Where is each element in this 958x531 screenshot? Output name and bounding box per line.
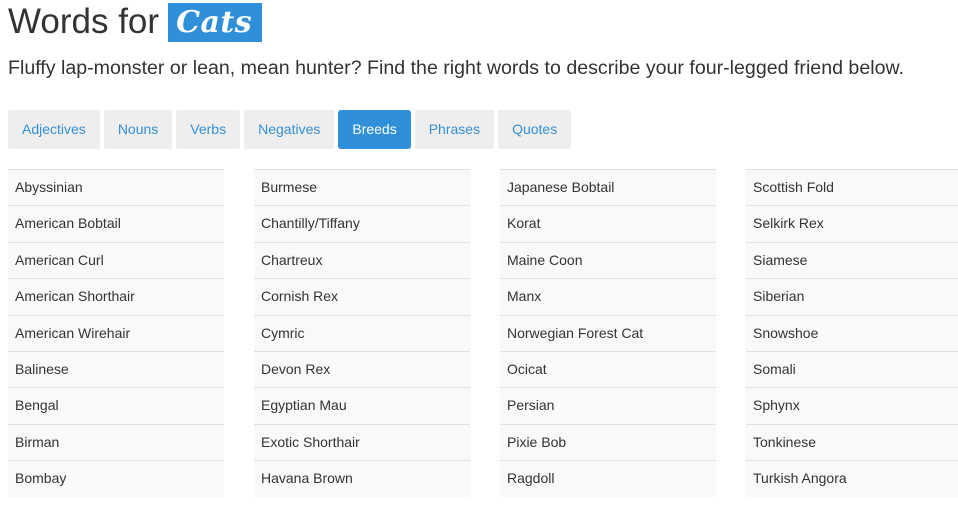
list-item: Abyssinian (8, 169, 224, 206)
list-item: Havana Brown (254, 460, 470, 497)
list-item: Ocicat (500, 350, 716, 388)
breed-column: Abyssinian American Bobtail American Cur… (8, 169, 224, 497)
list-item: Sphynx (746, 387, 958, 424)
breed-list: Abyssinian American Bobtail American Cur… (8, 169, 958, 497)
list-item: Bengal (8, 387, 224, 424)
tab-nouns[interactable]: Nouns (103, 110, 173, 149)
list-item: Chantilly/Tiffany (254, 205, 470, 242)
list-item: Tonkinese (746, 423, 958, 461)
list-item: American Bobtail (8, 205, 224, 242)
list-item: Devon Rex (254, 350, 470, 388)
list-item: Cornish Rex (254, 278, 470, 315)
list-item: Turkish Angora (746, 460, 958, 497)
list-item: Maine Coon (500, 241, 716, 279)
list-item: Somali (746, 350, 958, 388)
list-item: Manx (500, 278, 716, 315)
list-item: Chartreux (254, 241, 470, 279)
list-item: Japanese Bobtail (500, 169, 716, 206)
page-subtitle: Fluffy lap-monster or lean, mean hunter?… (8, 57, 904, 79)
list-item: Korat (500, 205, 716, 242)
list-item: Cymric (254, 314, 470, 351)
tab-negatives[interactable]: Negatives (244, 110, 335, 149)
list-item: Siamese (746, 241, 958, 279)
breed-column: Scottish Fold Selkirk Rex Siamese Siberi… (746, 169, 958, 497)
tab-verbs[interactable]: Verbs (176, 110, 241, 149)
list-item: Siberian (746, 278, 958, 315)
tab-quotes[interactable]: Quotes (498, 110, 572, 149)
category-tabs: Adjectives Nouns Verbs Negatives Breeds … (8, 110, 572, 149)
list-item: Norwegian Forest Cat (500, 314, 716, 351)
page-title-prefix: Words for (8, 2, 160, 41)
page-title-badge: Cats (168, 3, 263, 42)
list-item: Birman (8, 423, 224, 461)
list-item: Snowshoe (746, 314, 958, 351)
list-item: Egyptian Mau (254, 387, 470, 424)
list-item: Scottish Fold (746, 169, 958, 206)
list-item: American Curl (8, 241, 224, 279)
list-item: American Wirehair (8, 314, 224, 351)
breed-column: Burmese Chantilly/Tiffany Chartreux Corn… (254, 169, 470, 497)
breed-column: Japanese Bobtail Korat Maine Coon Manx N… (500, 169, 716, 497)
list-item: Ragdoll (500, 460, 716, 497)
list-item: Burmese (254, 169, 470, 206)
page-title: Words for Cats (8, 2, 263, 42)
tab-phrases[interactable]: Phrases (414, 110, 495, 149)
list-item: Selkirk Rex (746, 205, 958, 242)
list-item: Exotic Shorthair (254, 423, 470, 461)
list-item: Bombay (8, 460, 224, 497)
list-item: Persian (500, 387, 716, 424)
tab-adjectives[interactable]: Adjectives (8, 110, 100, 149)
list-item: American Shorthair (8, 278, 224, 315)
tab-breeds[interactable]: Breeds (338, 110, 411, 149)
list-item: Balinese (8, 350, 224, 388)
list-item: Pixie Bob (500, 423, 716, 461)
